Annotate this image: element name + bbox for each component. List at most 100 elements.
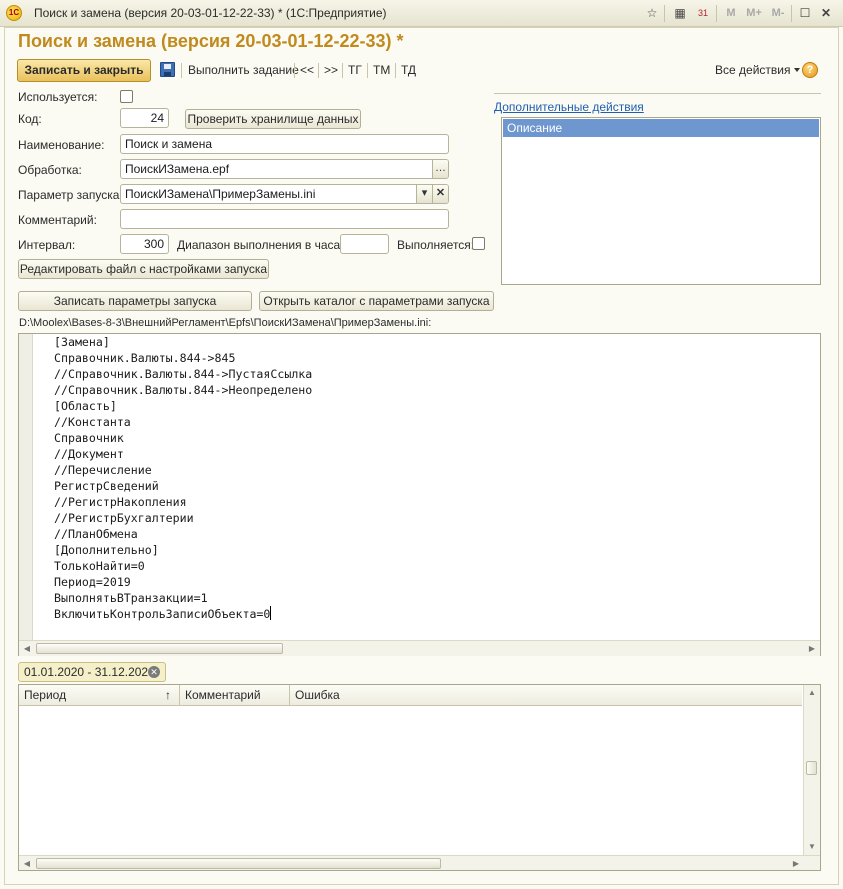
processing-field[interactable]: ПоискИЗамена.epf … bbox=[120, 159, 449, 179]
toolbar-separator bbox=[716, 5, 717, 22]
open-params-dir-button[interactable]: Открыть каталог с параметрами запуска bbox=[259, 291, 494, 311]
name-field[interactable]: Поиск и замена bbox=[120, 134, 449, 154]
range-field[interactable] bbox=[340, 234, 389, 254]
processing-value: ПоискИЗамена.epf bbox=[125, 162, 230, 176]
editor-line: //РегистрНакопления bbox=[54, 495, 187, 509]
editor-line: [Дополнительно] bbox=[54, 543, 159, 557]
td-button[interactable]: ТД bbox=[401, 63, 416, 77]
run-task-button[interactable]: Выполнить задание bbox=[188, 63, 299, 77]
dropdown-icon[interactable]: ▾ bbox=[416, 185, 432, 203]
command-separator bbox=[367, 63, 368, 78]
favorite-icon[interactable]: ☆ bbox=[643, 4, 661, 22]
maximize-icon[interactable]: ☐ bbox=[796, 4, 814, 22]
save-icon[interactable] bbox=[160, 62, 175, 77]
all-actions-label: Все действия bbox=[715, 63, 791, 77]
table-header: Период ↑ Комментарий Ошибка bbox=[19, 685, 802, 706]
memory-mminus-icon[interactable]: M- bbox=[768, 4, 788, 22]
editor-line: [Область] bbox=[54, 399, 117, 413]
running-label: Выполняется: bbox=[397, 238, 475, 252]
app-logo-icon: 1С bbox=[6, 5, 22, 21]
command-separator bbox=[395, 63, 396, 78]
interval-label: Интервал: bbox=[18, 238, 76, 252]
scrollbar-thumb[interactable] bbox=[36, 643, 283, 654]
editor-gutter bbox=[19, 334, 33, 640]
scroll-right-icon[interactable]: ▶ bbox=[788, 856, 804, 871]
all-actions-menu[interactable]: Все действия bbox=[715, 63, 801, 77]
scroll-down-icon[interactable]: ▼ bbox=[804, 839, 820, 855]
scroll-left-icon[interactable]: ◀ bbox=[19, 856, 35, 871]
param-value: ПоискИЗамена\ПримерЗамены.ini bbox=[125, 187, 316, 201]
text-caret bbox=[270, 606, 272, 620]
editor-line: Период=2019 bbox=[54, 575, 131, 589]
param-label: Параметр запуска: bbox=[18, 188, 123, 202]
check-storage-button[interactable]: Проверить хранилище данных bbox=[185, 109, 361, 129]
tm-button[interactable]: ТМ bbox=[373, 63, 390, 77]
period-filter-value: 01.01.2020 - 31.12.2020 bbox=[24, 665, 155, 679]
calendar-icon[interactable]: 31 bbox=[694, 4, 712, 22]
interval-field[interactable]: 300 bbox=[120, 234, 169, 254]
tg-button[interactable]: ТГ bbox=[348, 63, 362, 77]
results-table[interactable]: Период ↑ Комментарий Ошибка ▲ ▼ ◀ ▶ bbox=[18, 684, 821, 871]
code-label: Код: bbox=[18, 112, 42, 126]
divider bbox=[494, 93, 821, 94]
scroll-up-icon[interactable]: ▲ bbox=[804, 685, 820, 701]
write-params-button[interactable]: Записать параметры запуска bbox=[18, 291, 252, 311]
settings-text-editor[interactable]: [Замена] Справочник.Валюты.844->845 //Спра… bbox=[18, 333, 821, 656]
editor-line: //Перечисление bbox=[54, 463, 152, 477]
editor-content: [Замена] Справочник.Валюты.844->845 //Спра… bbox=[54, 334, 312, 622]
editor-line: //Документ bbox=[54, 447, 124, 461]
horizontal-scrollbar[interactable]: ◀ ▶ bbox=[19, 640, 820, 656]
editor-line: Справочник.Валюты.844->845 bbox=[54, 351, 236, 365]
select-file-button[interactable]: … bbox=[432, 160, 448, 178]
editor-line: РегистрСведений bbox=[54, 479, 159, 493]
editor-line: ТолькоНайти=0 bbox=[54, 559, 145, 573]
scroll-left-icon[interactable]: ◀ bbox=[19, 641, 35, 656]
used-checkbox[interactable] bbox=[120, 90, 133, 103]
editor-line: //Справочник.Валюты.844->ПустаяСсылка bbox=[54, 367, 313, 381]
code-field[interactable]: 24 bbox=[120, 108, 169, 128]
prev-button[interactable]: << bbox=[300, 63, 314, 77]
processing-label: Обработка: bbox=[18, 163, 82, 177]
used-label: Используется: bbox=[18, 90, 98, 104]
column-header-comment[interactable]: Комментарий bbox=[180, 685, 290, 705]
close-icon[interactable]: ✕ bbox=[817, 4, 835, 22]
command-separator bbox=[181, 63, 182, 78]
range-label: Диапазон выполнения в часах: bbox=[177, 238, 350, 252]
clear-filter-icon[interactable]: ✕ bbox=[148, 666, 160, 678]
period-filter[interactable]: 01.01.2020 - 31.12.2020 ✕ bbox=[18, 662, 166, 682]
help-icon[interactable]: ? bbox=[802, 62, 818, 78]
editor-line: ВключитьКонтрольЗаписиОбъекта=0 bbox=[54, 607, 271, 621]
clear-icon[interactable]: ✕ bbox=[432, 185, 448, 203]
vertical-scrollbar[interactable]: ▲ ▼ bbox=[803, 685, 820, 855]
editor-line: //Константа bbox=[54, 415, 131, 429]
edit-settings-button[interactable]: Редактировать файл с настройками запуска bbox=[18, 259, 269, 279]
column-header-period[interactable]: Период ↑ bbox=[19, 685, 180, 705]
file-path: D:\Moolex\Bases-8-3\ВнешнийРегламент\Epf… bbox=[19, 317, 432, 329]
name-label: Наименование: bbox=[18, 138, 105, 152]
description-list[interactable]: Описание bbox=[501, 117, 821, 285]
editor-line: //ПланОбмена bbox=[54, 527, 138, 541]
horizontal-scrollbar[interactable]: ◀ ▶ bbox=[19, 855, 820, 870]
next-button[interactable]: >> bbox=[324, 63, 338, 77]
running-checkbox[interactable] bbox=[472, 237, 485, 250]
comment-label: Комментарий: bbox=[18, 213, 97, 227]
editor-line: [Замена] bbox=[54, 335, 110, 349]
list-item[interactable]: Описание bbox=[503, 119, 819, 137]
calculator-icon[interactable]: ▦ bbox=[671, 4, 689, 22]
column-header-error[interactable]: Ошибка bbox=[290, 685, 802, 705]
param-field[interactable]: ПоискИЗамена\ПримерЗамены.ini ▾ ✕ bbox=[120, 184, 449, 204]
page-title: Поиск и замена (версия 20-03-01-12-22-33… bbox=[18, 31, 404, 51]
scrollbar-thumb[interactable] bbox=[36, 858, 441, 869]
editor-line: ВыполнятьВТранзакции=1 bbox=[54, 591, 208, 605]
scroll-right-icon[interactable]: ▶ bbox=[804, 641, 820, 656]
command-separator bbox=[318, 63, 319, 78]
toolbar-separator bbox=[791, 5, 792, 22]
extra-actions-link[interactable]: Дополнительные действия bbox=[494, 100, 644, 114]
scrollbar-thumb[interactable] bbox=[806, 761, 817, 775]
save-and-close-button[interactable]: Записать и закрыть bbox=[17, 59, 151, 82]
comment-field[interactable] bbox=[120, 209, 449, 229]
editor-line: Справочник bbox=[54, 431, 124, 445]
memory-m-icon[interactable]: M bbox=[722, 4, 740, 22]
memory-mplus-icon[interactable]: M+ bbox=[743, 4, 765, 22]
window-title: Поиск и замена (версия 20-03-01-12-22-33… bbox=[34, 6, 387, 20]
